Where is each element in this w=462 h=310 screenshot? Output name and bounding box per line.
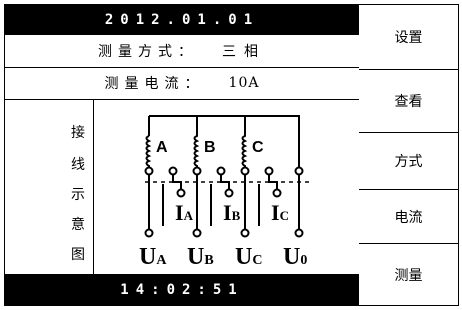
menu-button-mode[interactable]: 方式 (359, 133, 458, 190)
terminal (216, 166, 226, 176)
side-char: 接 (71, 125, 85, 141)
terminal (240, 166, 250, 176)
menu-button-current[interactable]: 电流 (359, 190, 458, 244)
measure-mode-row: 测量方式： 三相 (5, 35, 359, 68)
neutral-loop-line (149, 115, 300, 170)
terminal (144, 166, 154, 176)
measure-mode-label: 测量方式： (98, 44, 198, 60)
phase-label-b: B (204, 139, 216, 156)
terminal (192, 228, 202, 238)
coil-c (241, 116, 248, 168)
menu-button-view[interactable]: 查看 (359, 70, 458, 133)
time-display: 14:02:51 (5, 274, 359, 305)
voltage-label-b: UB (187, 244, 214, 270)
menu-button-measure[interactable]: 测量 (359, 244, 458, 305)
phase-label-a: A (156, 139, 168, 156)
wiring-diagram-panel: 接 线 示 意 图 A B C IA IB IC UA UB UC U0 (5, 100, 359, 274)
current-label-c: IC (271, 200, 289, 225)
side-char: 示 (71, 187, 85, 203)
voltage-label-0: U0 (283, 244, 307, 270)
lcd-screen: 2012.01.01 测量方式： 三相 测量电流： 10A 接 线 示 意 图 (4, 4, 360, 306)
menu-button-settings[interactable]: 设置 (359, 5, 458, 70)
side-char: 意 (71, 217, 85, 233)
measure-mode-value: 三相 (222, 44, 266, 60)
terminal (144, 228, 154, 238)
wiring-diagram-side-label: 接 线 示 意 图 (5, 100, 94, 274)
measure-current-value: 10A (228, 75, 260, 91)
terminal (240, 228, 250, 238)
terminal (224, 188, 234, 198)
terminal (294, 166, 304, 176)
voltage-label-a: UA (139, 244, 167, 270)
date-display: 2012.01.01 (5, 5, 359, 35)
terminal (272, 188, 282, 198)
side-char: 图 (71, 247, 85, 263)
terminal (264, 166, 274, 176)
terminal (192, 166, 202, 176)
terminal (168, 166, 178, 176)
side-char: 线 (71, 157, 85, 173)
measure-current-label: 测量电流： (104, 76, 205, 92)
coil-b (193, 116, 200, 168)
terminal (294, 228, 304, 238)
voltage-label-c: UC (235, 244, 262, 270)
function-menu: 设置 查看 方式 电流 测量 (359, 4, 459, 306)
wiring-diagram: A B C IA IB IC UA UB UC U0 (139, 115, 309, 270)
current-label-b: IB (223, 200, 241, 225)
current-label-a: IA (175, 200, 194, 225)
measure-current-row: 测量电流： 10A (5, 67, 359, 100)
terminal (176, 188, 186, 198)
phase-label-c: C (252, 139, 264, 156)
coil-a (145, 135, 152, 168)
